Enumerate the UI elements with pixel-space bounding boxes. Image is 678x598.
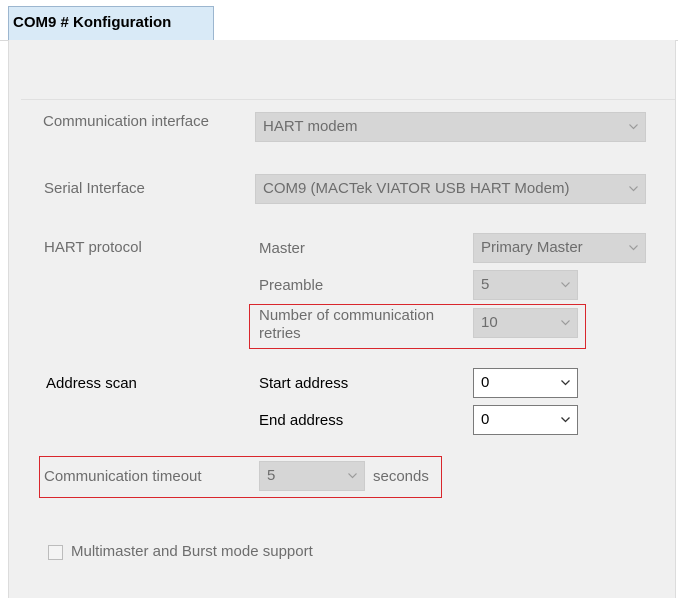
master-dropdown[interactable]: Primary Master (473, 233, 646, 263)
chevron-down-icon (561, 320, 570, 326)
chevron-down-icon (561, 417, 570, 423)
master-label: Master (259, 240, 305, 257)
multimaster-checkbox[interactable] (48, 545, 63, 560)
tab-bar: COM9 # Konfiguration (0, 0, 678, 41)
preamble-label: Preamble (259, 277, 324, 294)
separator (21, 99, 675, 100)
chevron-down-icon (348, 473, 357, 479)
tab-configuration[interactable]: COM9 # Konfiguration (8, 6, 214, 40)
retries-value: 10 (481, 314, 498, 331)
serial-interface-value: COM9 (MACTek VIATOR USB HART Modem) (263, 180, 570, 197)
hart-protocol-label: HART protocol (44, 239, 142, 256)
retries-label: Number of communication retries (259, 307, 434, 343)
chevron-down-icon (561, 380, 570, 386)
chevron-down-icon (629, 124, 638, 130)
start-address-value: 0 (481, 374, 490, 391)
communication-interface-dropdown[interactable]: HART modem (255, 112, 646, 142)
communication-timeout-dropdown[interactable]: 5 (259, 461, 365, 491)
address-scan-label: Address scan (46, 375, 137, 392)
configuration-panel: Communication interface HART modem Seria… (8, 40, 676, 598)
preamble-value: 5 (481, 276, 490, 293)
communication-interface-label: Communication interface (43, 113, 209, 130)
timeout-unit-label: seconds (373, 468, 429, 485)
chevron-down-icon (629, 245, 638, 251)
serial-interface-label: Serial Interface (44, 180, 145, 197)
communication-timeout-label: Communication timeout (44, 468, 202, 485)
end-address-value: 0 (481, 411, 490, 428)
retries-label-line2: retries (259, 325, 301, 342)
start-address-label: Start address (259, 375, 349, 392)
start-address-dropdown[interactable]: 0 (473, 368, 578, 398)
retries-dropdown[interactable]: 10 (473, 308, 578, 338)
communication-timeout-value: 5 (267, 467, 276, 484)
master-value: Primary Master (481, 239, 583, 256)
serial-interface-dropdown[interactable]: COM9 (MACTek VIATOR USB HART Modem) (255, 174, 646, 204)
end-address-label: End address (259, 412, 344, 429)
end-address-dropdown[interactable]: 0 (473, 405, 578, 435)
retries-label-line1: Number of communication (259, 307, 435, 324)
preamble-dropdown[interactable]: 5 (473, 270, 578, 300)
multimaster-label: Multimaster and Burst mode support (71, 543, 313, 560)
chevron-down-icon (629, 186, 638, 192)
communication-interface-value: HART modem (263, 118, 358, 135)
chevron-down-icon (561, 282, 570, 288)
